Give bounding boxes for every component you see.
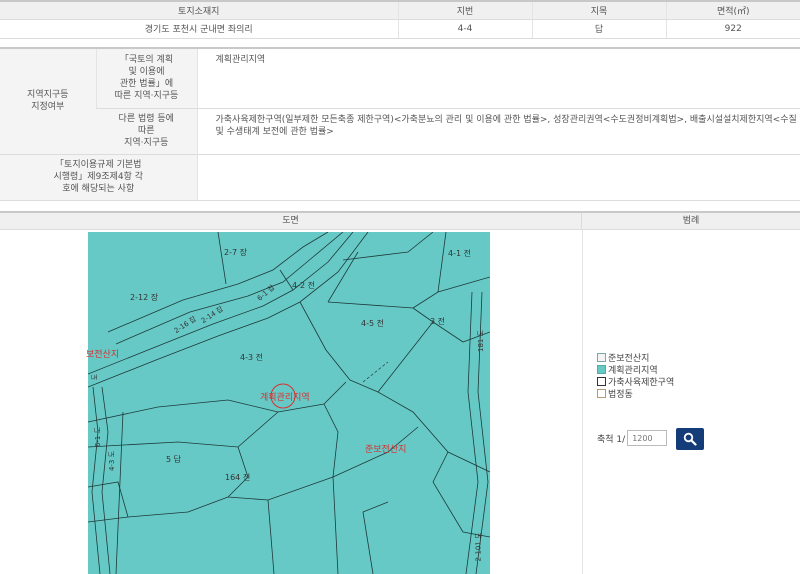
road-label: 6-1 도 xyxy=(94,426,103,448)
legend-label: 법정동 xyxy=(608,389,633,400)
zoning-row-national: 지역지구등 지정여부 「국토의 계획 및 이용에 관한 법률」에 따른 지역·지… xyxy=(0,47,800,155)
land-table-header: 토지소재지 지번 지목 면적(㎡) xyxy=(0,0,800,20)
parcel-label: 5 답 xyxy=(166,455,181,464)
scale-input[interactable] xyxy=(627,430,668,446)
zoning-row2-value: 가축사육제한구역(일부제한 모든축종 제한구역)<가축분뇨의 관리 및 이용에 … xyxy=(196,108,800,155)
zone-label-semi-forest: 준보전산지 xyxy=(365,445,407,455)
zoning-row1-value: 계획관리지역 xyxy=(196,47,800,109)
road-label: 2-101 도 xyxy=(474,532,483,562)
zoning-row2-line1: 가축사육제한구역(일부제한 모든축종 제한구역)<가축분뇨의 관리 및 이용에 … xyxy=(215,114,797,125)
land-table-row: 경기도 포천시 군내면 좌의리 4-4 답 922 xyxy=(0,19,800,39)
legend-item: 법정동 xyxy=(597,387,674,400)
map-legend: 준보전산지 계획관리지역 가축사육제한구역 법정동 xyxy=(597,351,674,400)
parcel-label: 4-3 전 xyxy=(240,353,263,362)
legend-swatch xyxy=(597,388,606,398)
zoning-row-regulation: 「토지이용규제 기본법 시행령」제9조제4항 각 호에 해당되는 사항 xyxy=(0,154,800,201)
parcel-label: 3 전 xyxy=(430,317,445,326)
zoning-row3-label: 「토지이용규제 기본법 시행령」제9조제4항 각 호에 해당되는 사항 xyxy=(0,154,197,201)
legend-item: 계획관리지역 xyxy=(597,363,674,376)
zone-label-planning: 계획관리지역 xyxy=(260,393,310,403)
zoning-table: 지역지구등 지정여부 「국토의 계획 및 이용에 관한 법률」에 따른 지역·지… xyxy=(0,47,800,201)
zoning-row3-value xyxy=(196,154,800,201)
parcel-label: 4-5 전 xyxy=(361,319,384,328)
parcel-lines xyxy=(88,232,490,574)
land-info-table: 토지소재지 지번 지목 면적(㎡) 경기도 포천시 군내면 좌의리 4-4 답 … xyxy=(0,0,800,39)
zoning-row1-label: 「국토의 계획 및 이용에 관한 법률」에 따른 지역·지구등 xyxy=(95,47,197,109)
map-header-label: 도면 xyxy=(0,213,582,229)
parcel-label: 2-7 장 xyxy=(224,248,247,257)
parcel-label: 2-12 장 xyxy=(130,293,159,302)
road-label: 181 도 xyxy=(477,329,486,353)
cell-category: 답 xyxy=(531,19,666,39)
header-location: 토지소재지 xyxy=(0,0,398,20)
zoning-row2-line2: 및 수생태계 보전에 관한 법률> xyxy=(215,126,334,137)
scale-control: 축척 1/ xyxy=(597,430,668,446)
parcel-label: 4-2 전 xyxy=(292,281,315,290)
legend-item: 가축사육제한구역 xyxy=(597,375,674,388)
legend-swatch xyxy=(597,364,606,374)
zone-label-forest: 보전산지 xyxy=(86,350,120,360)
cadastral-map[interactable]: 2-7 장 4-1 전 2-12 장 4-2 전 4-5 전 3 전 4-3 전… xyxy=(88,232,490,574)
road-label: 도 xyxy=(91,373,100,381)
legend-swatch xyxy=(597,352,606,362)
search-icon xyxy=(683,432,697,446)
parcel-label: 164 전 xyxy=(225,473,251,482)
cell-lot: 4-4 xyxy=(397,19,532,39)
cell-location: 경기도 포천시 군내면 좌의리 xyxy=(0,19,398,39)
header-lot: 지번 xyxy=(397,0,532,20)
legend-header-label: 범례 xyxy=(682,216,700,226)
zoning-row2-label: 다른 법령 등에 따른 지역·지구등 xyxy=(96,108,197,155)
header-category: 지목 xyxy=(531,0,666,20)
cell-area: 922 xyxy=(665,19,800,39)
zoning-section-label: 지역지구등 지정여부 xyxy=(0,47,96,155)
legend-swatch xyxy=(597,376,606,386)
map-section-header: 도면 범례 xyxy=(0,211,800,230)
legend-item: 준보전산지 xyxy=(597,351,674,364)
road-label: 4-3 도 xyxy=(108,450,117,472)
scale-label: 축척 1/ xyxy=(597,434,626,445)
header-area: 면적(㎡) xyxy=(665,0,800,20)
zoning-row-other: 다른 법령 등에 따른 지역·지구등 가축사육제한구역(일부제한 모든축종 제한… xyxy=(0,108,800,155)
scale-search-button[interactable] xyxy=(676,428,704,450)
parcel-label: 4-1 전 xyxy=(448,249,471,258)
section-divider xyxy=(582,230,583,574)
